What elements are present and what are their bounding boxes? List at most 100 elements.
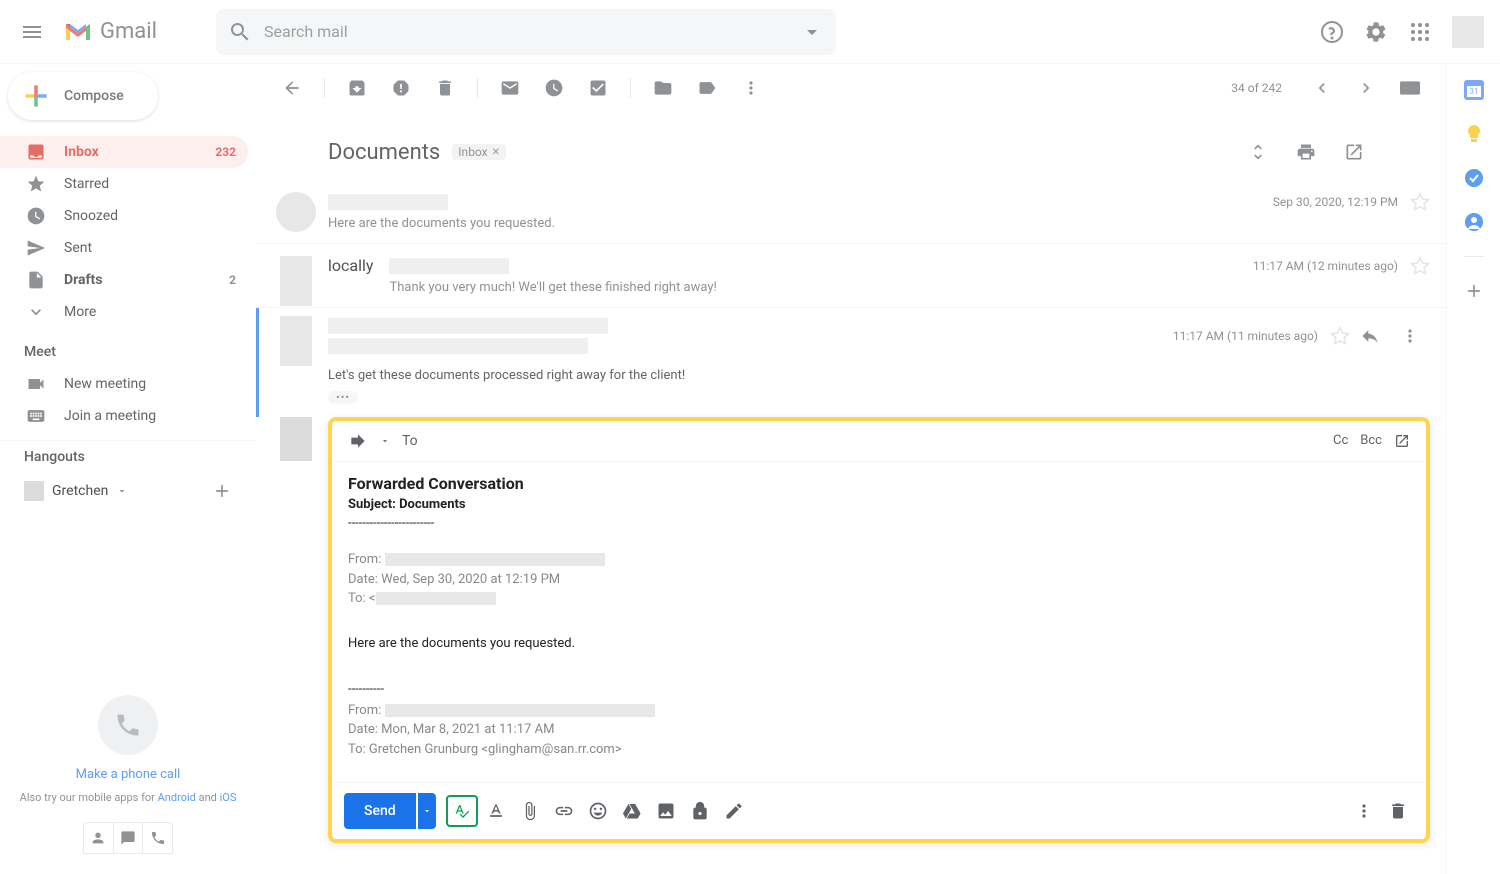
tasks-button[interactable]: [578, 68, 618, 108]
compose-more-button[interactable]: [1348, 795, 1380, 827]
phone-link[interactable]: Make a phone call: [76, 767, 181, 782]
star-button[interactable]: [1330, 326, 1350, 346]
to-input[interactable]: [430, 433, 1321, 449]
star-button[interactable]: [1410, 192, 1430, 212]
hangouts-user[interactable]: Gretchen: [0, 473, 256, 509]
meet-new-meeting[interactable]: New meeting: [0, 368, 256, 400]
popout-button[interactable]: [1334, 132, 1374, 172]
send-options-button[interactable]: [418, 793, 436, 829]
send-button[interactable]: Send: [344, 793, 416, 829]
ios-link[interactable]: iOS: [220, 791, 237, 804]
sender-avatar: [280, 256, 312, 306]
attach-button[interactable]: [514, 795, 546, 827]
drive-icon: [622, 801, 642, 821]
spell-check-button[interactable]: [446, 795, 478, 827]
more-button[interactable]: [731, 68, 771, 108]
nav-label: Snoozed: [64, 208, 236, 224]
unread-button[interactable]: [490, 68, 530, 108]
prev-button[interactable]: [1302, 68, 1342, 108]
chevron-down-icon: [116, 485, 128, 497]
support-button[interactable]: [1312, 12, 1352, 52]
contacts-app[interactable]: [1464, 212, 1484, 232]
svg-text:31: 31: [1469, 87, 1478, 96]
phone-tab[interactable]: [143, 823, 172, 853]
message-collapsed[interactable]: Sep 30, 2020, 12:19 PM Here are the docu…: [256, 180, 1446, 244]
drive-button[interactable]: [616, 795, 648, 827]
archive-button[interactable]: [337, 68, 377, 108]
snooze-button[interactable]: [534, 68, 574, 108]
lock-icon: [690, 801, 710, 821]
sidebar-item-snoozed[interactable]: Snoozed: [0, 200, 248, 232]
image-button[interactable]: [650, 795, 682, 827]
search-options-icon[interactable]: [800, 20, 824, 44]
spam-button[interactable]: [381, 68, 421, 108]
page-count: 34 of 242: [1231, 81, 1282, 95]
bcc-button[interactable]: Bcc: [1360, 433, 1382, 449]
delete-button[interactable]: [425, 68, 465, 108]
link-button[interactable]: [548, 795, 580, 827]
keep-app[interactable]: [1464, 124, 1484, 144]
calendar-app[interactable]: 31: [1464, 80, 1484, 100]
compose-body[interactable]: Forwarded Conversation Subject: Document…: [332, 462, 1426, 782]
meet-join-meeting[interactable]: Join a meeting: [0, 400, 256, 432]
sidebar-item-inbox[interactable]: Inbox 232: [0, 136, 248, 168]
hangouts-avatar: [24, 481, 44, 501]
tasks-icon: [588, 78, 608, 98]
recipient-redacted: [328, 338, 588, 354]
cc-button[interactable]: Cc: [1333, 433, 1348, 449]
contacts-icon: [1464, 212, 1484, 232]
forward-icon[interactable]: [348, 431, 368, 451]
message-collapsed[interactable]: locally 11:17 AM (12 minutes ago) Thank …: [256, 244, 1446, 308]
labels-button[interactable]: [687, 68, 727, 108]
popout-icon[interactable]: [1394, 433, 1410, 449]
discard-button[interactable]: [1382, 795, 1414, 827]
settings-button[interactable]: [1356, 12, 1396, 52]
signature-button[interactable]: [718, 795, 750, 827]
dropdown-icon[interactable]: [380, 436, 390, 446]
get-addons[interactable]: [1464, 281, 1484, 301]
format-icon: [486, 801, 506, 821]
next-button[interactable]: [1346, 68, 1386, 108]
android-link[interactable]: Android: [158, 791, 196, 804]
nav-label: Sent: [64, 240, 236, 256]
chat-tab[interactable]: [114, 823, 144, 853]
emoji-button[interactable]: [582, 795, 614, 827]
keyboard-icon: [26, 406, 46, 426]
formatting-button[interactable]: [480, 795, 512, 827]
snooze-icon: [544, 78, 564, 98]
trimmed-content-button[interactable]: •••: [328, 391, 358, 404]
back-button[interactable]: [272, 68, 312, 108]
star-button[interactable]: [1410, 256, 1430, 276]
thread-tag[interactable]: Inbox ✕: [452, 144, 506, 160]
search-bar[interactable]: [216, 9, 836, 55]
account-avatar[interactable]: [1452, 16, 1484, 48]
sidebar-item-starred[interactable]: Starred: [0, 168, 248, 200]
confidential-button[interactable]: [684, 795, 716, 827]
msg-more-button[interactable]: [1390, 316, 1430, 356]
plus-icon: [20, 80, 52, 112]
move-button[interactable]: [643, 68, 683, 108]
collapse-button[interactable]: [1238, 132, 1278, 172]
reply-icon: [1360, 326, 1380, 346]
search-input[interactable]: [264, 22, 788, 41]
hangouts-tab[interactable]: [84, 823, 114, 853]
main-menu-button[interactable]: [8, 8, 56, 56]
sidebar-item-sent[interactable]: Sent: [0, 232, 248, 264]
message-snippet: Here are the documents you requested.: [328, 216, 1430, 231]
input-tool-button[interactable]: [1390, 68, 1430, 108]
sender-name-redacted: [328, 194, 448, 210]
apps-button[interactable]: [1400, 12, 1440, 52]
sidebar-item-drafts[interactable]: Drafts 2: [0, 264, 248, 296]
compose-button[interactable]: Compose: [8, 72, 158, 120]
thread-header: Documents Inbox ✕: [256, 112, 1446, 180]
sender-avatar: [276, 192, 316, 232]
image-icon: [656, 801, 676, 821]
gmail-logo[interactable]: Gmail: [56, 19, 216, 44]
fwd-title: Forwarded Conversation: [348, 474, 1410, 493]
meet-title: Meet: [0, 328, 256, 368]
sidebar-item-more[interactable]: More: [0, 296, 248, 328]
plus-icon[interactable]: [212, 481, 232, 501]
reply-button[interactable]: [1350, 316, 1390, 356]
print-button[interactable]: [1286, 132, 1326, 172]
tasks-app[interactable]: [1464, 168, 1484, 188]
